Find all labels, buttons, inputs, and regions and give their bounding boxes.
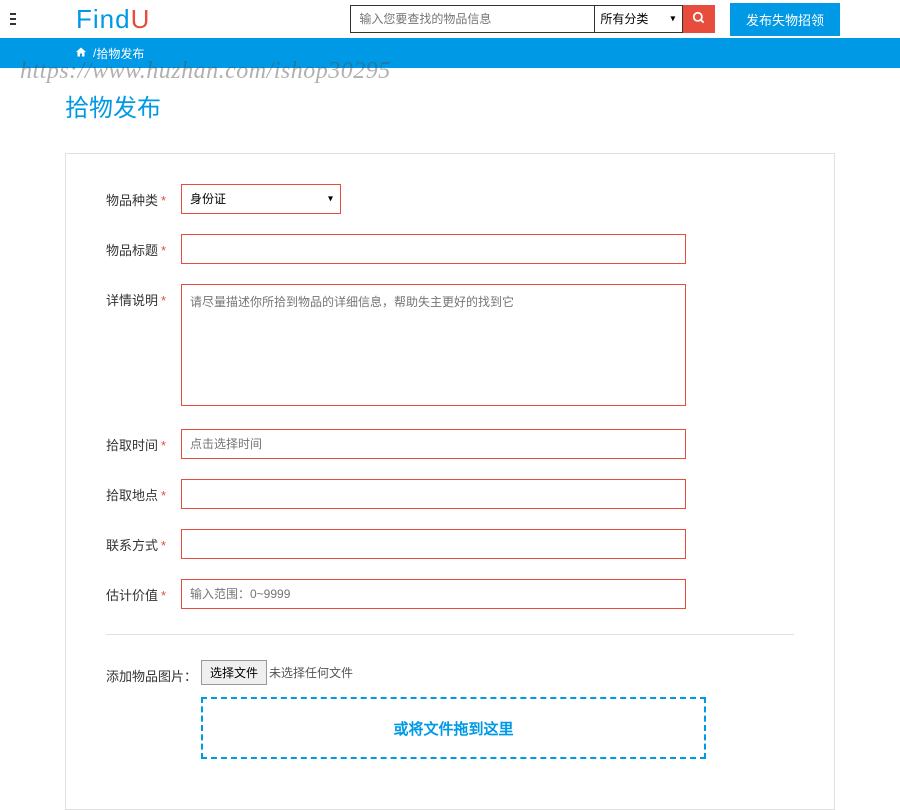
description-label: 详情说明 bbox=[106, 293, 158, 308]
title-label: 物品标题 bbox=[106, 243, 158, 258]
contact-input[interactable] bbox=[181, 529, 686, 559]
form-divider bbox=[106, 634, 794, 635]
breadcrumb-current: 拾物发布 bbox=[96, 45, 144, 62]
breadcrumb: / 拾物发布 bbox=[0, 38, 900, 68]
logo-find: Find bbox=[76, 4, 131, 34]
search-icon bbox=[692, 11, 706, 25]
search-input[interactable] bbox=[350, 5, 595, 33]
search-button[interactable] bbox=[683, 5, 715, 33]
home-icon[interactable] bbox=[75, 46, 87, 61]
pickup-time-input[interactable] bbox=[181, 429, 686, 459]
pickup-location-label: 拾取地点 bbox=[106, 488, 158, 503]
required-marker: * bbox=[161, 293, 166, 308]
choose-file-button[interactable]: 选择文件 bbox=[201, 660, 267, 685]
required-marker: * bbox=[161, 488, 166, 503]
image-upload-label: 添加物品图片： bbox=[106, 669, 197, 684]
pickup-location-input[interactable] bbox=[181, 479, 686, 509]
required-marker: * bbox=[161, 538, 166, 553]
search-category-select[interactable]: 所有分类 bbox=[595, 5, 683, 33]
item-description-textarea[interactable] bbox=[181, 284, 686, 406]
logo-u: U bbox=[131, 4, 151, 34]
contact-label: 联系方式 bbox=[106, 538, 158, 553]
item-title-input[interactable] bbox=[181, 234, 686, 264]
category-label: 物品种类 bbox=[106, 193, 158, 208]
required-marker: * bbox=[161, 588, 166, 603]
logo[interactable]: FindU bbox=[76, 4, 150, 35]
estimate-label: 估计价值 bbox=[106, 588, 158, 603]
publish-lost-found-button[interactable]: 发布失物招领 bbox=[730, 3, 840, 36]
dropzone-text: 或将文件拖到这里 bbox=[393, 718, 513, 739]
file-status-text: 未选择任何文件 bbox=[269, 666, 353, 680]
pickup-time-label: 拾取时间 bbox=[106, 438, 158, 453]
item-category-select[interactable]: 身份证 bbox=[181, 184, 341, 214]
estimate-value-input[interactable] bbox=[181, 579, 686, 609]
required-marker: * bbox=[161, 243, 166, 258]
menu-icon[interactable] bbox=[10, 10, 26, 28]
required-marker: * bbox=[161, 438, 166, 453]
required-marker: * bbox=[161, 193, 166, 208]
page-title: 拾物发布 bbox=[65, 88, 835, 123]
file-dropzone[interactable]: 或将文件拖到这里 bbox=[201, 697, 706, 759]
